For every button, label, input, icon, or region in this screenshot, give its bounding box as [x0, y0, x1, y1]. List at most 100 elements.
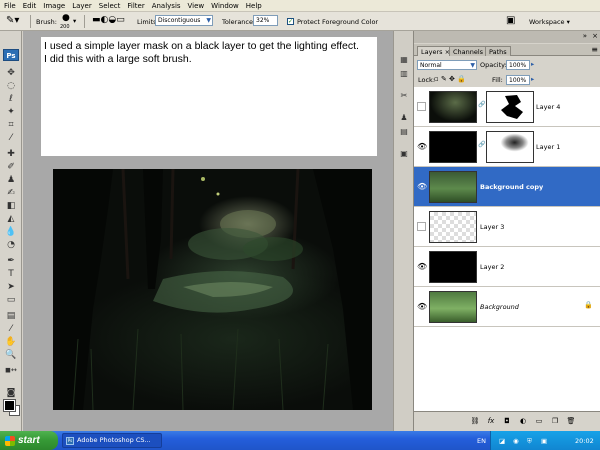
layer-row-layer-1[interactable]: 👁 🔗 Layer 1 [414, 127, 600, 167]
clone-stamp-tool-icon[interactable]: ♟ [4, 174, 18, 187]
path-selection-tool-icon[interactable]: ➤ [4, 281, 18, 294]
dodge-tool-icon[interactable]: ◔ [4, 239, 18, 252]
limits-select[interactable]: Discontiguous ▼ [155, 15, 213, 26]
mode-icons[interactable]: ▬◐◒▭ [92, 15, 125, 25]
security-icon[interactable]: ⛨ [527, 437, 532, 446]
zoom-tool-icon[interactable]: 🔍 [4, 349, 18, 362]
display-icon[interactable]: ▣ [541, 437, 547, 445]
navigator-panel-icon[interactable]: ▦ [397, 53, 411, 66]
taskbar-task-label: Adobe Photoshop CS... [77, 436, 151, 444]
link-layers-icon[interactable]: ⛓ [470, 417, 480, 425]
menu-view[interactable]: View [188, 2, 205, 10]
tool-presets-icon[interactable]: ✂ [397, 89, 411, 102]
brush-size: 200 [60, 24, 70, 30]
menu-filter[interactable]: Filter [127, 2, 144, 10]
brush-preset-icon[interactable]: ● [62, 13, 70, 23]
pen-tool-icon[interactable]: ✒ [4, 255, 18, 268]
menu-edit[interactable]: Edit [23, 2, 37, 10]
menu-image[interactable]: Image [43, 2, 65, 10]
layer-row-layer-4[interactable]: 🔗 Layer 4 [414, 87, 600, 127]
opacity-arrow-icon[interactable]: ▸ [531, 60, 534, 68]
layer-row-background[interactable]: 👁 Background 🔒 [414, 287, 600, 327]
fill-arrow-icon[interactable]: ▸ [531, 75, 534, 83]
eye-icon[interactable]: 👁 [417, 302, 427, 311]
notes-tool-icon[interactable]: ▤ [4, 310, 18, 323]
layer-thumbnail [429, 91, 477, 123]
crop-tool-icon[interactable]: ⌗ [4, 119, 18, 132]
volume-icon[interactable]: ◉ [513, 437, 519, 445]
menu-help[interactable]: Help [246, 2, 262, 10]
brushes-panel-icon[interactable]: ▤ [397, 125, 411, 138]
panel-title-bar: » × [414, 31, 600, 43]
layer-style-icon[interactable]: fx [486, 417, 496, 425]
tolerance-input[interactable]: 32% [253, 15, 278, 26]
hand-tool-icon[interactable]: ✋ [4, 336, 18, 349]
lock-options-icons[interactable]: ▫ ✎ ✥ 🔒 [434, 75, 466, 83]
eyedropper-2-tool-icon[interactable]: ⁄ [4, 323, 18, 336]
eye-icon[interactable]: 👁 [417, 182, 427, 191]
layer-name: Layer 1 [536, 143, 561, 151]
blend-mode-select[interactable]: Normal ▼ [417, 60, 477, 70]
panel-menu-icon[interactable]: ≡ [591, 45, 598, 54]
new-group-icon[interactable]: ▭ [534, 417, 544, 425]
fill-input[interactable]: 100% [506, 75, 530, 85]
magic-wand-tool-icon[interactable]: ✦ [4, 106, 18, 119]
layer-name: Layer 4 [536, 103, 561, 111]
menu-file[interactable]: File [4, 2, 16, 10]
healing-brush-tool-icon[interactable]: ✚ [4, 148, 18, 161]
lasso-tool-icon[interactable]: ℓ [4, 93, 18, 106]
paint-bucket-tool-icon[interactable]: ◭ [4, 213, 18, 226]
image-canvas[interactable] [53, 169, 372, 410]
layer-name: Layer 2 [480, 263, 505, 271]
close-icon[interactable]: × [592, 32, 598, 40]
taskbar-photoshop-button[interactable]: Ps Adobe Photoshop CS... [62, 433, 162, 448]
lit-foliage [188, 177, 303, 261]
visibility-toggle[interactable] [417, 222, 426, 231]
layer-thumbnail [429, 131, 477, 163]
magic-eraser-tool-icon[interactable]: ✎▾ [6, 15, 19, 26]
new-layer-icon[interactable]: ❐ [550, 417, 560, 425]
quick-mask-icon[interactable]: ◙ [4, 387, 18, 400]
menu-window[interactable]: Window [211, 2, 239, 10]
layer-row-background-copy[interactable]: 👁 Background copy [414, 167, 600, 207]
visibility-toggle[interactable] [417, 102, 426, 111]
shape-tool-icon[interactable]: ▭ [4, 294, 18, 307]
foreground-color-swatch[interactable] [3, 399, 16, 412]
layer-row-layer-2[interactable]: 👁 Layer 2 [414, 247, 600, 287]
opacity-input[interactable]: 100% [506, 60, 530, 70]
workspace-button[interactable]: Workspace ▾ [529, 18, 570, 26]
eye-icon[interactable]: 👁 [417, 142, 427, 151]
blur-tool-icon[interactable]: 💧 [4, 226, 18, 239]
history-brush-tool-icon[interactable]: ✍ [4, 187, 18, 200]
marquee-tool-icon[interactable]: ◌ [4, 80, 18, 93]
default-colors-icon[interactable]: ◼↔ [4, 364, 18, 377]
eye-icon[interactable]: 👁 [417, 262, 427, 271]
clone-source-icon[interactable]: ♟ [397, 111, 411, 124]
add-mask-icon[interactable]: ◘ [502, 417, 512, 425]
delete-layer-icon[interactable]: 🗑 [566, 417, 576, 425]
protect-foreground-checkbox[interactable]: ✓ [287, 18, 294, 25]
histogram-panel-icon[interactable]: ▥ [397, 67, 411, 80]
start-button[interactable]: start [0, 431, 58, 450]
brush-dropdown-icon[interactable]: ▾ [73, 17, 76, 25]
type-tool-icon[interactable]: T [4, 268, 18, 281]
network-icon[interactable]: ◪ [499, 437, 505, 445]
move-tool-icon[interactable]: ✥ [4, 67, 18, 80]
divider [84, 15, 85, 28]
tab-paths[interactable]: Paths [485, 46, 511, 56]
collapse-icon[interactable]: » [583, 32, 587, 40]
eyedropper-tool-icon[interactable]: ⁄ [4, 132, 18, 145]
layer-row-layer-3[interactable]: Layer 3 [414, 207, 600, 247]
note-line-2: I did this with a large soft brush. [44, 53, 192, 65]
menu-bar: File Edit Image Layer Select Filter Anal… [0, 0, 600, 12]
menu-select[interactable]: Select [99, 2, 121, 10]
brush-tool-icon[interactable]: ✐ [4, 161, 18, 174]
menu-analysis[interactable]: Analysis [152, 2, 181, 10]
adjustment-layer-icon[interactable]: ◐ [518, 417, 528, 425]
workspace-icon[interactable]: ▣ [506, 15, 515, 26]
eraser-tool-icon[interactable]: ◧ [4, 200, 18, 213]
tab-channels[interactable]: Channels [449, 46, 488, 56]
actions-panel-icon[interactable]: ▣ [397, 147, 411, 160]
language-indicator[interactable]: EN [477, 437, 486, 445]
menu-layer[interactable]: Layer [72, 2, 92, 10]
